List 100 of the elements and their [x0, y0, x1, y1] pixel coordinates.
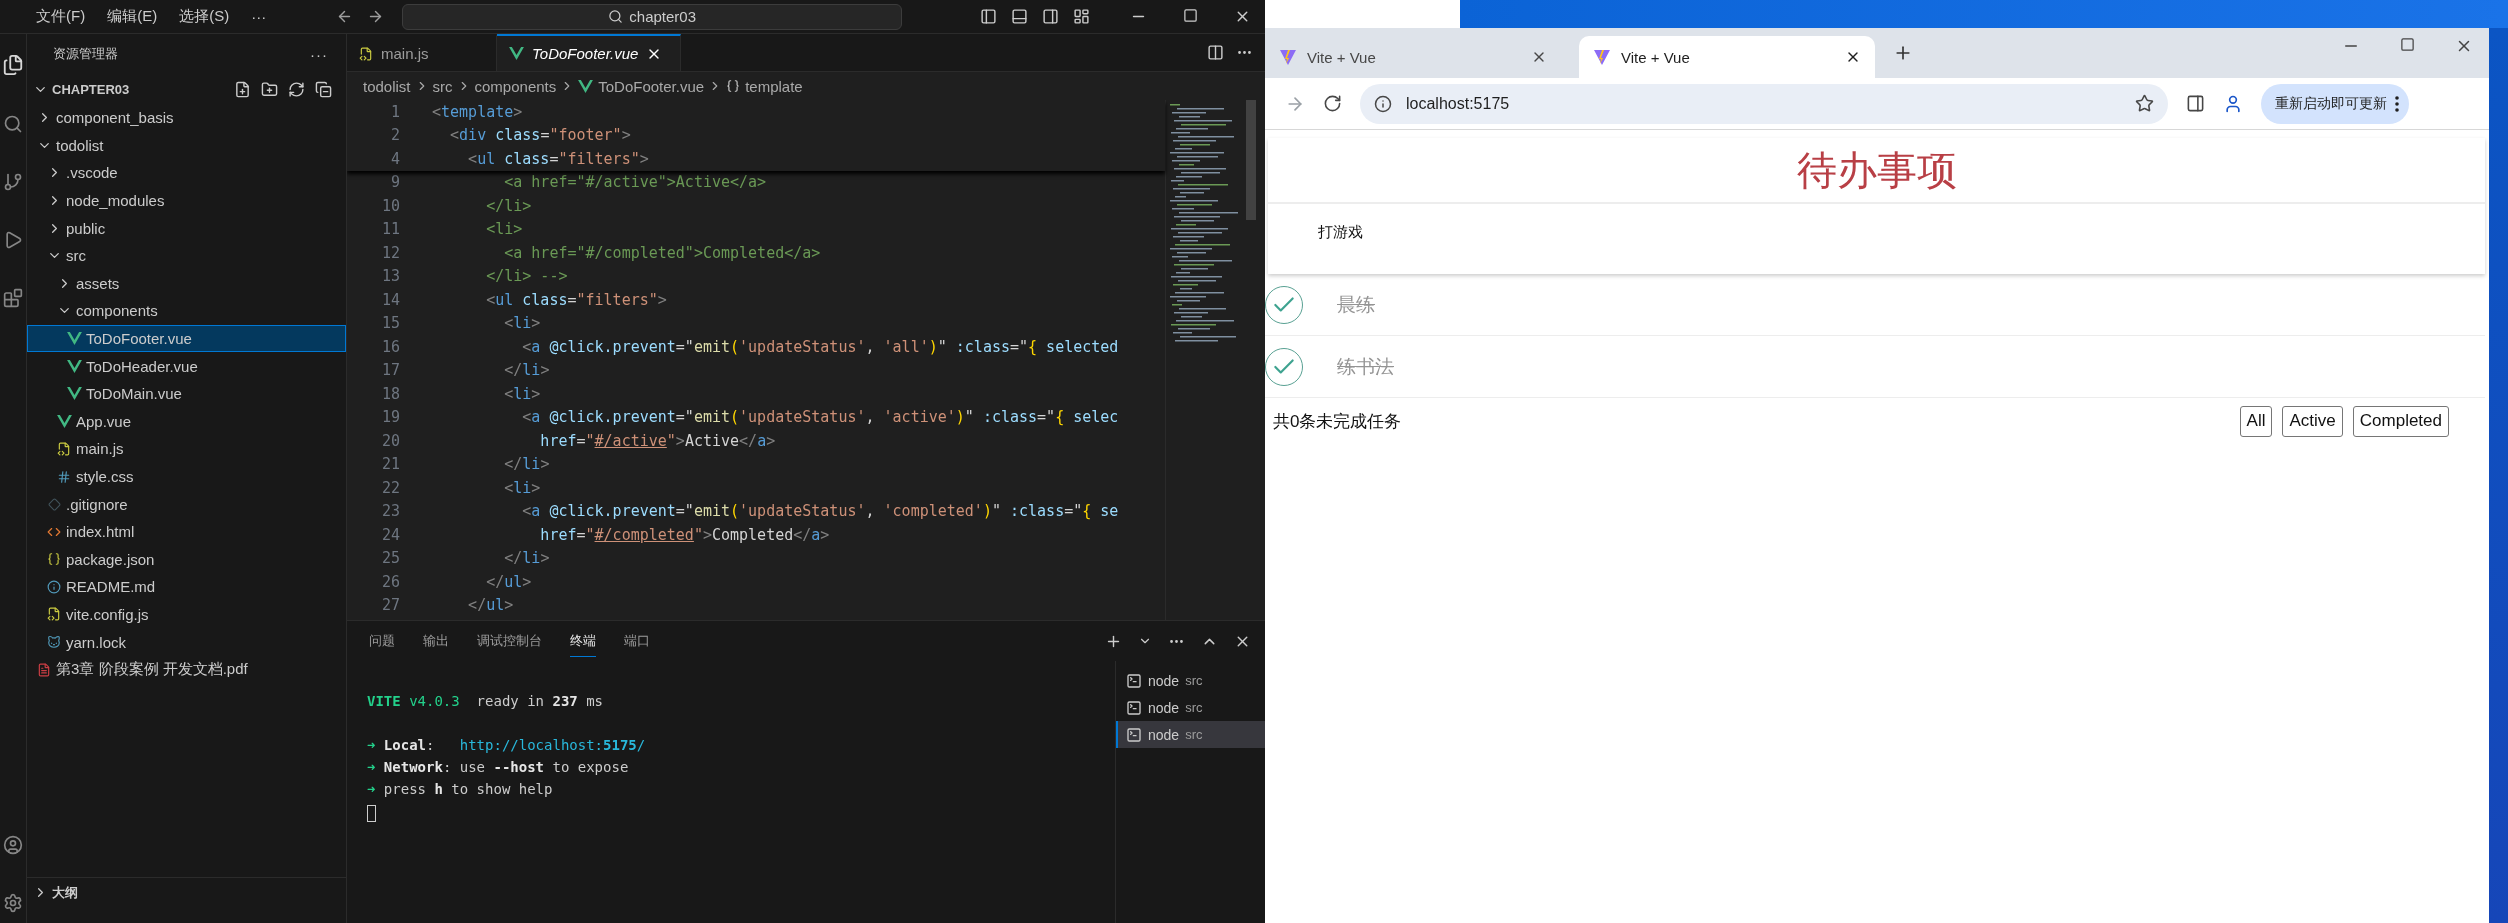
file-tree-item[interactable]: vite.config.js	[27, 600, 346, 629]
side-panel-icon[interactable]	[2186, 94, 2205, 113]
file-tree-item[interactable]: .vscode	[27, 159, 346, 187]
line-number: 10	[380, 196, 400, 215]
code-line: <a @click.prevent="emit('updateStatus', 'all')" :class="{ selected	[521, 337, 1119, 356]
reload-icon[interactable]	[1323, 94, 1342, 113]
filter-button[interactable]: Completed	[2352, 405, 2449, 437]
terminal-list-item[interactable]: node src	[1116, 667, 1265, 694]
file-tree-item[interactable]: yarn.lock	[27, 628, 346, 656]
file-tree-item[interactable]: todolist	[27, 131, 346, 160]
outline-section[interactable]: 大纲	[52, 883, 78, 902]
panel-tab[interactable]: 端口	[624, 625, 650, 657]
more-actions[interactable]: ···	[310, 45, 328, 63]
remaining-count: 共0条未完成任务	[1273, 410, 1403, 433]
settings-icon[interactable]	[3, 893, 23, 913]
file-tree-item[interactable]: components	[27, 297, 346, 325]
breadcrumb-item[interactable]: template	[726, 77, 803, 95]
update-button[interactable]: 重新启动即可更新	[2261, 83, 2409, 124]
new-todo-input[interactable]: 打游戏	[1268, 204, 2485, 274]
profile-icon[interactable]	[2223, 93, 2243, 114]
filter-button[interactable]: All	[2239, 405, 2273, 437]
vue-file-icon	[56, 414, 72, 428]
file-tree-item[interactable]: style.css	[27, 462, 346, 491]
breadcrumb-item[interactable]: todolist	[363, 77, 411, 95]
filter-button[interactable]: Active	[2282, 405, 2343, 437]
breadcrumb-item[interactable]: components	[474, 77, 557, 95]
braces-icon	[726, 79, 741, 93]
file-tree-item[interactable]: index.html	[27, 517, 346, 546]
menu-item[interactable]: 文件(F)	[36, 7, 86, 26]
maximize-icon[interactable]	[2400, 37, 2415, 52]
code-line: </li>	[503, 455, 550, 474]
breadcrumb-item[interactable]: ToDoFooter.vue	[578, 77, 705, 95]
files-icon[interactable]	[2, 54, 24, 76]
file-tree-item[interactable]: public	[27, 214, 346, 242]
run-icon[interactable]	[3, 230, 23, 250]
panel-tab[interactable]: 输出	[423, 625, 449, 657]
file-tree-item[interactable]: component_basis	[27, 104, 346, 132]
code-line: <a @click.prevent="emit('updateStatus', 'completed')" :class="{ se	[521, 502, 1119, 521]
terminal-list-item[interactable]: node src	[1116, 694, 1265, 721]
file-tree-item[interactable]: ToDoMain.vue	[27, 379, 346, 408]
menu-item[interactable]: ···	[251, 8, 267, 25]
line-number: 19	[380, 408, 400, 427]
layout-icon[interactable]	[1073, 8, 1091, 25]
file-tree-item[interactable]: 第3章 阶段案例 开发文档.pdf	[27, 655, 346, 684]
bookmark-star-icon[interactable]	[2135, 94, 2154, 113]
command-center-field[interactable]: chapter03	[402, 3, 903, 30]
file-tree-item[interactable]: package.json	[27, 545, 346, 574]
code-line: <template>	[432, 102, 523, 121]
file-tree-item[interactable]: main.js	[27, 435, 346, 463]
account-icon[interactable]	[3, 835, 23, 855]
terminal-icon	[1126, 699, 1142, 716]
js-file-icon	[359, 46, 373, 61]
menu-item[interactable]: 选择(S)	[179, 7, 230, 26]
new-file-icon[interactable]	[234, 80, 251, 98]
terminal-icon	[1126, 672, 1142, 689]
file-tree-item[interactable]: assets	[27, 269, 346, 298]
browser-tab[interactable]: Vite + Vue	[1579, 36, 1875, 78]
panel-tab[interactable]: 调试控制台	[477, 625, 542, 657]
code-line: <li>	[503, 478, 541, 497]
panel-toggle-icon[interactable]	[1011, 8, 1029, 25]
code-line: <ul class="filters">	[467, 149, 649, 168]
new-folder-icon[interactable]	[261, 80, 278, 98]
breadcrumb-item[interactable]: src	[432, 77, 453, 95]
editor-tab[interactable]: ToDoFooter.vue	[497, 34, 681, 71]
line-number: 16	[380, 337, 400, 356]
file-tree-item[interactable]: src	[27, 241, 346, 270]
js-file-icon	[47, 607, 61, 622]
file-tree-item[interactable]: node_modules	[27, 186, 346, 215]
file-tree-item[interactable]: README.md	[27, 573, 346, 601]
code-line: <li>	[485, 220, 523, 239]
file-tree-item[interactable]: .gitignore	[27, 490, 346, 518]
collapse-icon[interactable]	[315, 80, 332, 98]
file-tree-item[interactable]: App.vue	[27, 407, 346, 436]
line-number: 20	[380, 431, 400, 450]
branch-icon[interactable]	[3, 172, 23, 192]
info-icon[interactable]	[1374, 94, 1392, 113]
terminal-icon	[1126, 726, 1142, 743]
code-line: <ul class="filters">	[485, 290, 667, 309]
extensions-icon[interactable]	[3, 288, 23, 308]
file-tree-item[interactable]: ToDoHeader.vue	[27, 352, 346, 380]
maximize-icon[interactable]	[1183, 8, 1199, 23]
triangle-logo-icon	[1593, 48, 1611, 66]
terminal-line: ➜ Network: use --host to expose	[367, 759, 630, 777]
terminal-line: VITE v4.0.3 ready in 237 ms	[367, 693, 605, 711]
browser-tab[interactable]: Vite + Vue	[1265, 36, 1561, 78]
search-icon[interactable]	[3, 114, 23, 134]
terminal-list-item[interactable]: node src	[1116, 721, 1265, 748]
sidebar-toggle-icon[interactable]	[980, 8, 998, 25]
panel-tab[interactable]: 问题	[369, 625, 395, 657]
workspace-root[interactable]: CHAPTER03	[52, 81, 230, 97]
line-number: 13	[380, 267, 400, 286]
file-tree-item[interactable]: ToDoFooter.vue	[27, 324, 346, 353]
split-editor-icon[interactable]	[1207, 44, 1224, 61]
code-line: </ul>	[467, 596, 514, 615]
line-number: 22	[380, 478, 400, 497]
menu-item[interactable]: 编辑(E)	[107, 7, 158, 26]
panel-tab[interactable]: 终端	[570, 625, 596, 657]
refresh-icon[interactable]	[288, 80, 305, 98]
address-bar[interactable]: localhost:5175	[1360, 83, 2168, 124]
secondary-sidebar-icon[interactable]	[1042, 8, 1060, 25]
